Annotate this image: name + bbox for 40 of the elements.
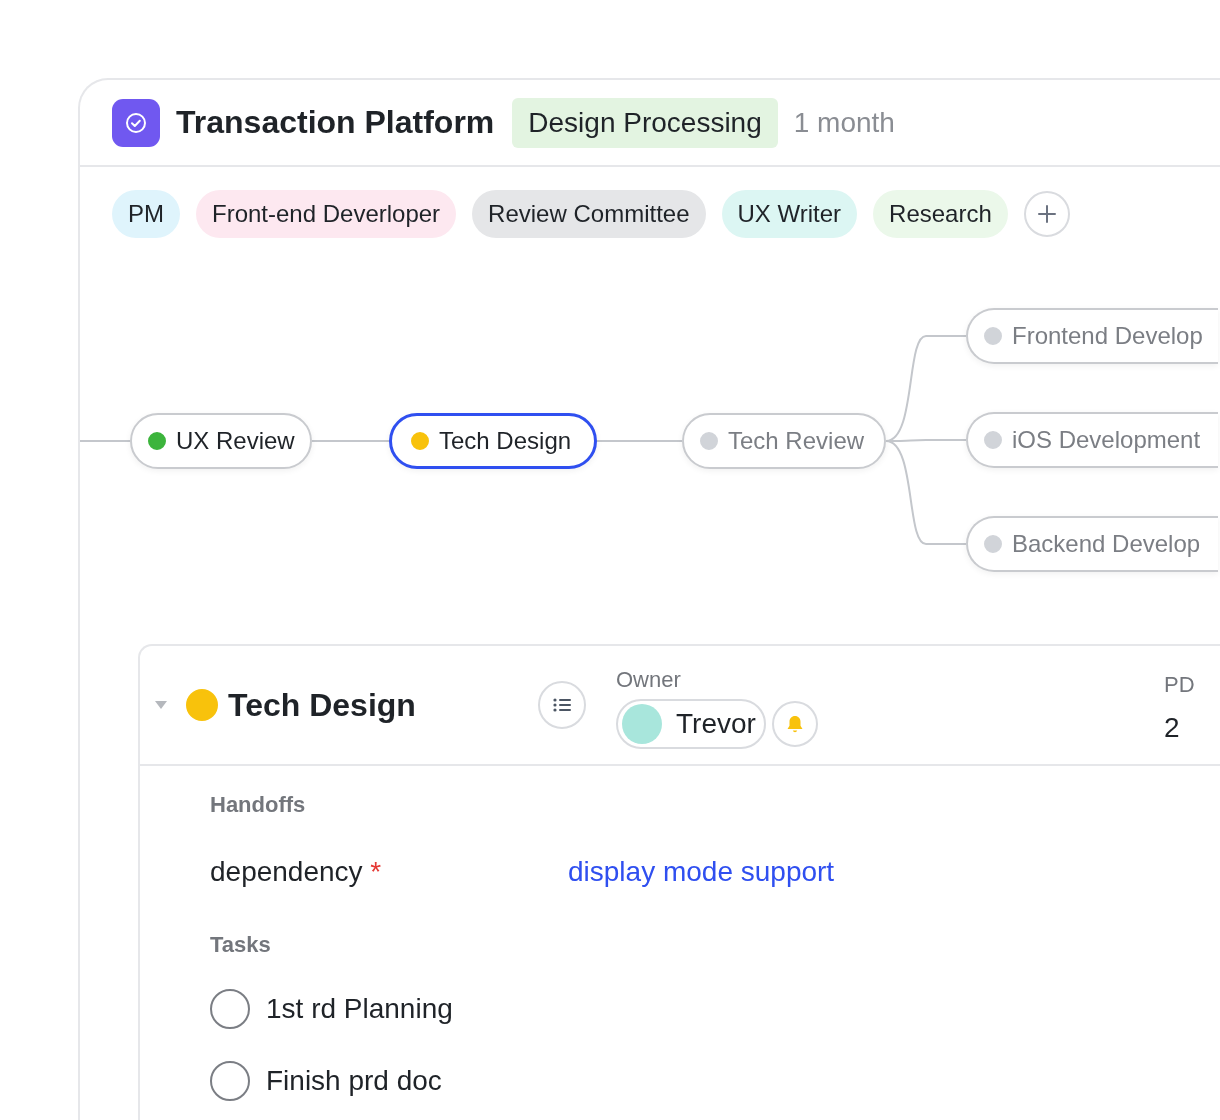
flow-node[interactable]: UX Review	[130, 413, 312, 469]
list-icon	[552, 697, 572, 713]
list-button[interactable]	[538, 681, 586, 729]
role-tag[interactable]: Review Committee	[472, 189, 706, 238]
pd-value: 2	[1164, 712, 1181, 744]
project-title: Transaction Platform	[176, 104, 495, 141]
owner-chip[interactable]: Trevor	[616, 699, 766, 749]
flow-node[interactable]: iOS Development	[966, 412, 1218, 468]
node-label: Backend Develop	[1012, 530, 1201, 558]
role-tag[interactable]: PM	[112, 189, 180, 238]
node-label: UX Review	[176, 427, 295, 455]
connector-line	[80, 440, 131, 442]
task-label: Finish prd doc	[266, 1065, 442, 1097]
node-label: Frontend Develop	[1012, 322, 1203, 350]
stage-title: Tech Design	[228, 686, 417, 724]
avatar	[622, 704, 662, 744]
node-label: Tech Design	[439, 427, 572, 455]
pd-label: PD	[1164, 672, 1195, 698]
role-tag[interactable]: Research	[873, 189, 1008, 238]
section-label: Tasks	[210, 932, 272, 958]
owner-label: Owner	[616, 667, 682, 693]
plus-icon	[1036, 203, 1057, 224]
role-tag[interactable]: Front-end Deverloper	[196, 189, 457, 238]
bell-icon	[785, 714, 804, 734]
task-label: 1st rd Planning	[266, 993, 453, 1025]
flow-node[interactable]: Frontend Develop	[966, 308, 1218, 364]
role-tag[interactable]: UX Writer	[721, 189, 858, 238]
app-logo-icon	[112, 98, 160, 147]
flow-node[interactable]: Tech Design	[389, 413, 597, 469]
flow-node[interactable]: Tech Review	[682, 413, 886, 469]
dependency-link[interactable]: display mode support	[568, 856, 835, 888]
duration-text: 1 month	[793, 106, 895, 139]
task-checkbox[interactable]	[210, 1061, 250, 1101]
task-checkbox[interactable]	[210, 989, 250, 1029]
section-label: Handoffs	[210, 792, 307, 818]
status-badge: Design Processing	[512, 97, 778, 148]
flow-node[interactable]: Backend Develop	[966, 516, 1218, 572]
node-label: iOS Development	[1012, 426, 1201, 454]
field-label: dependency *	[210, 856, 383, 888]
node-label: Tech Review	[728, 427, 865, 455]
